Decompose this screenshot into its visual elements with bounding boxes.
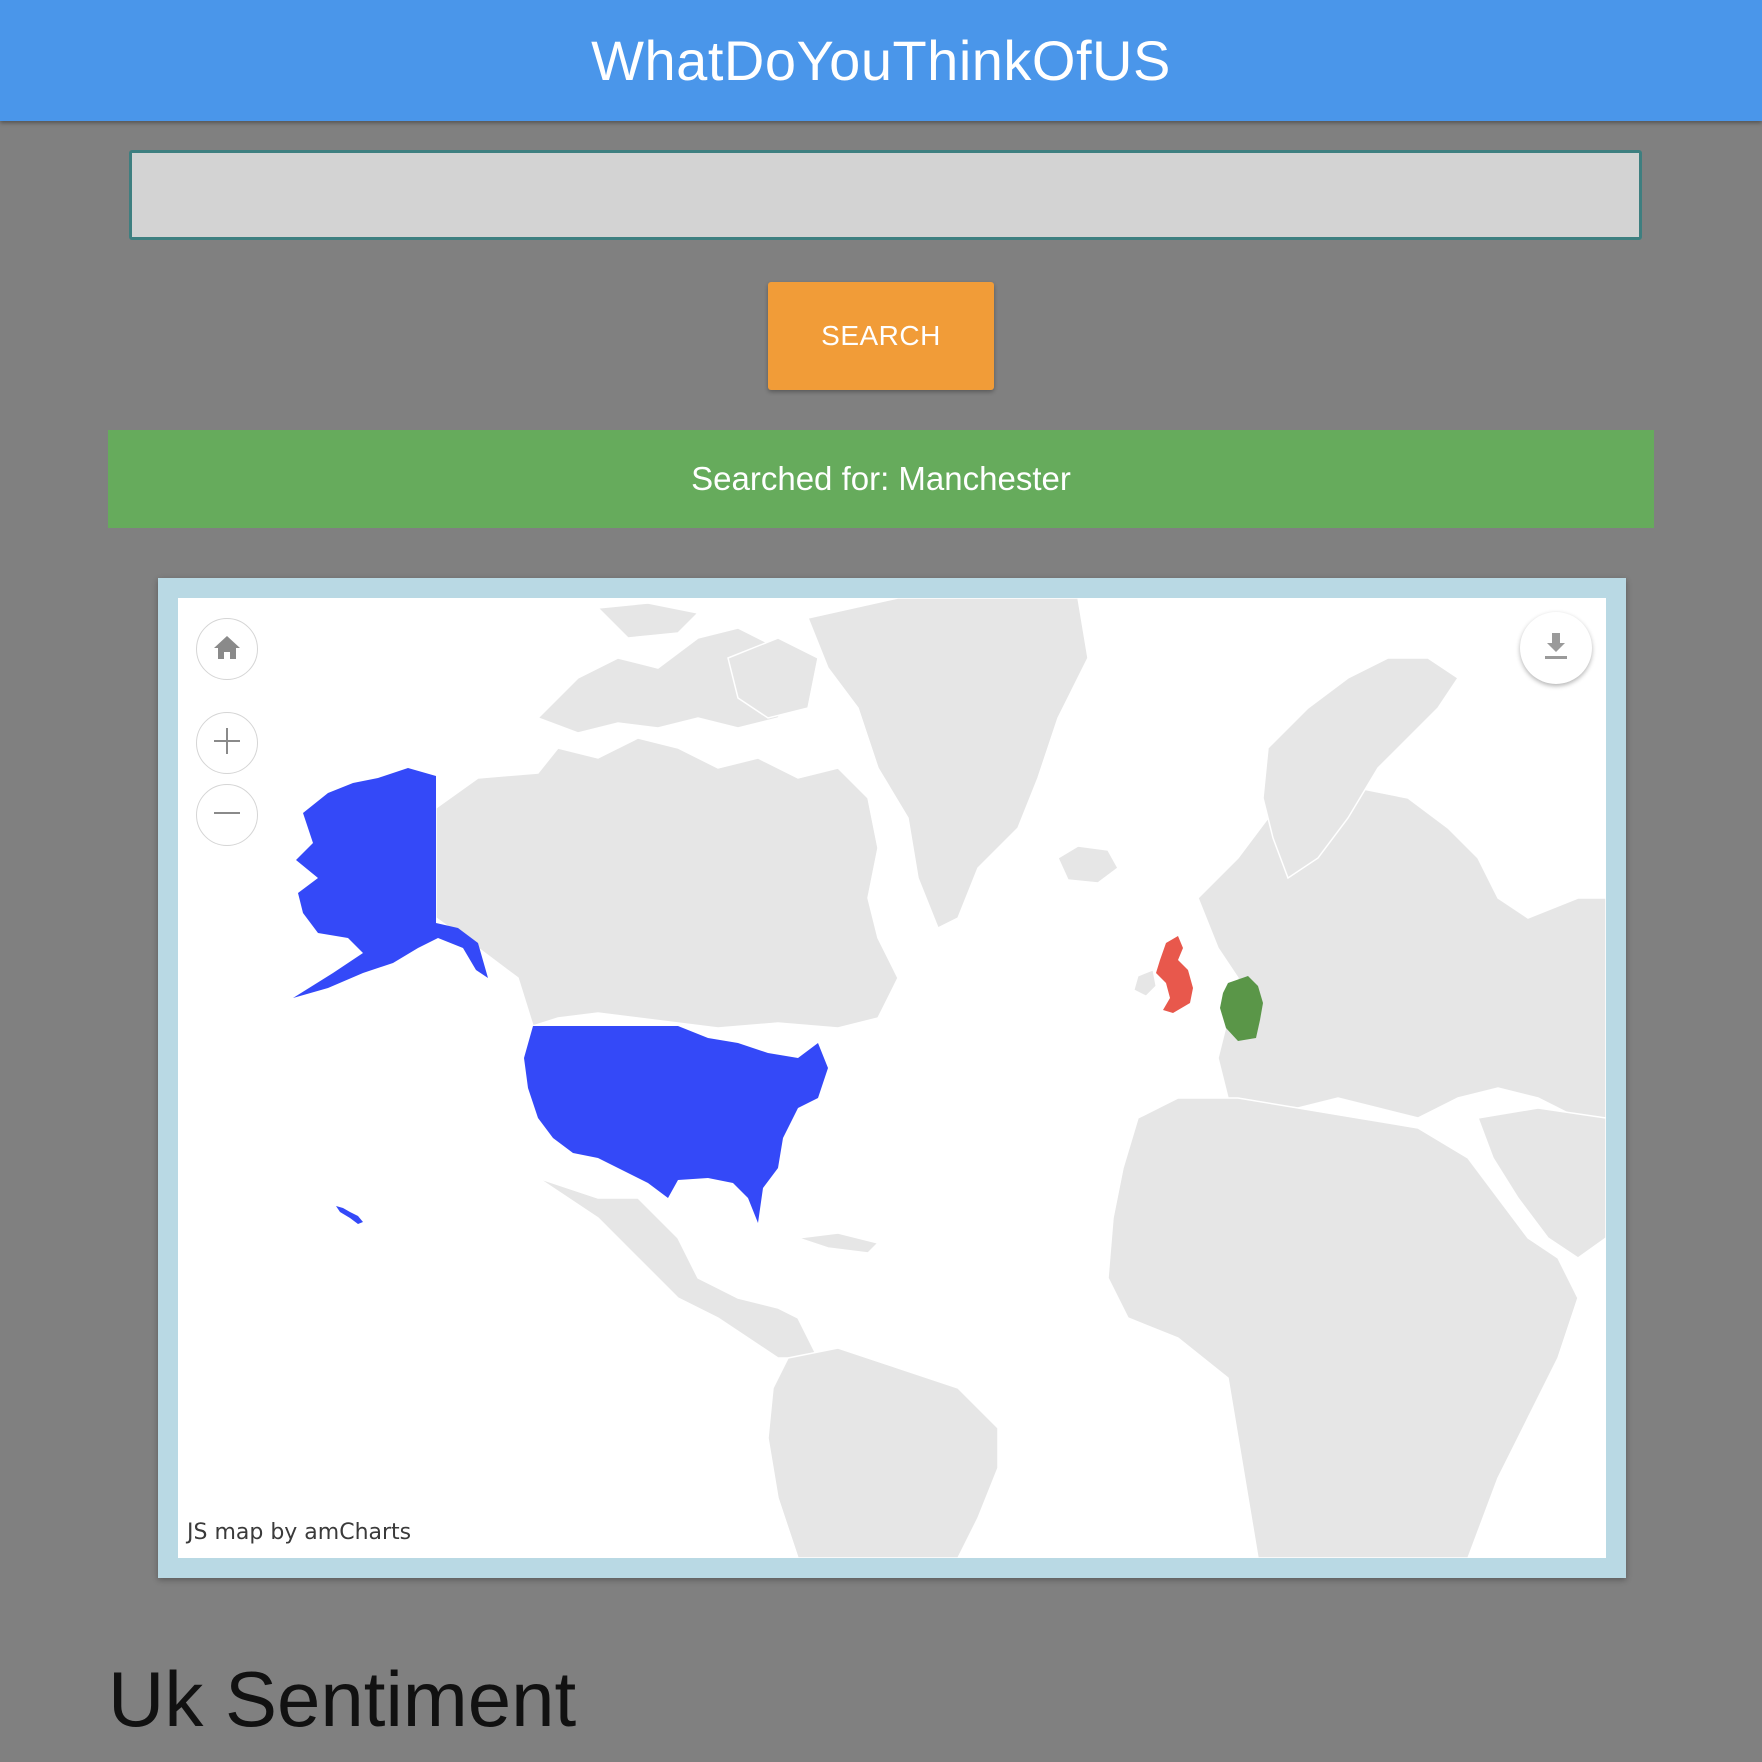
status-banner: Searched for: Manchester	[108, 430, 1654, 528]
hawaii-region	[336, 1206, 363, 1224]
app-header: WhatDoYouThinkOfUS	[0, 0, 1762, 121]
home-button[interactable]	[196, 618, 258, 680]
arctic-islands-2	[596, 602, 700, 639]
iceland	[1057, 845, 1119, 884]
ireland-region	[1133, 969, 1157, 997]
search-input[interactable]	[129, 150, 1642, 240]
south-america	[767, 1347, 999, 1558]
caribbean	[797, 1232, 880, 1254]
status-text: Searched for: Manchester	[691, 460, 1071, 497]
world-map[interactable]: JS map by amCharts	[178, 598, 1606, 1558]
uk-region	[1156, 936, 1193, 1013]
home-icon	[212, 633, 242, 666]
canada-region	[435, 737, 899, 1029]
mexico-region	[537, 1177, 820, 1359]
search-button[interactable]: SEARCH	[768, 282, 994, 390]
download-button[interactable]	[1520, 612, 1592, 684]
zoom-out-icon	[212, 798, 242, 833]
world-map-svg	[293, 598, 1606, 1558]
europe-region	[1197, 787, 1606, 1119]
zoom-in-icon	[212, 726, 242, 761]
map-credit[interactable]: JS map by amCharts	[187, 1520, 411, 1545]
zoom-in-button[interactable]	[196, 712, 258, 774]
download-icon	[1543, 631, 1569, 666]
section-heading: Uk Sentiment	[108, 1655, 577, 1743]
map-frame: JS map by amCharts	[158, 578, 1626, 1578]
zoom-out-button[interactable]	[196, 784, 258, 846]
app-title: WhatDoYouThinkOfUS	[591, 29, 1171, 92]
